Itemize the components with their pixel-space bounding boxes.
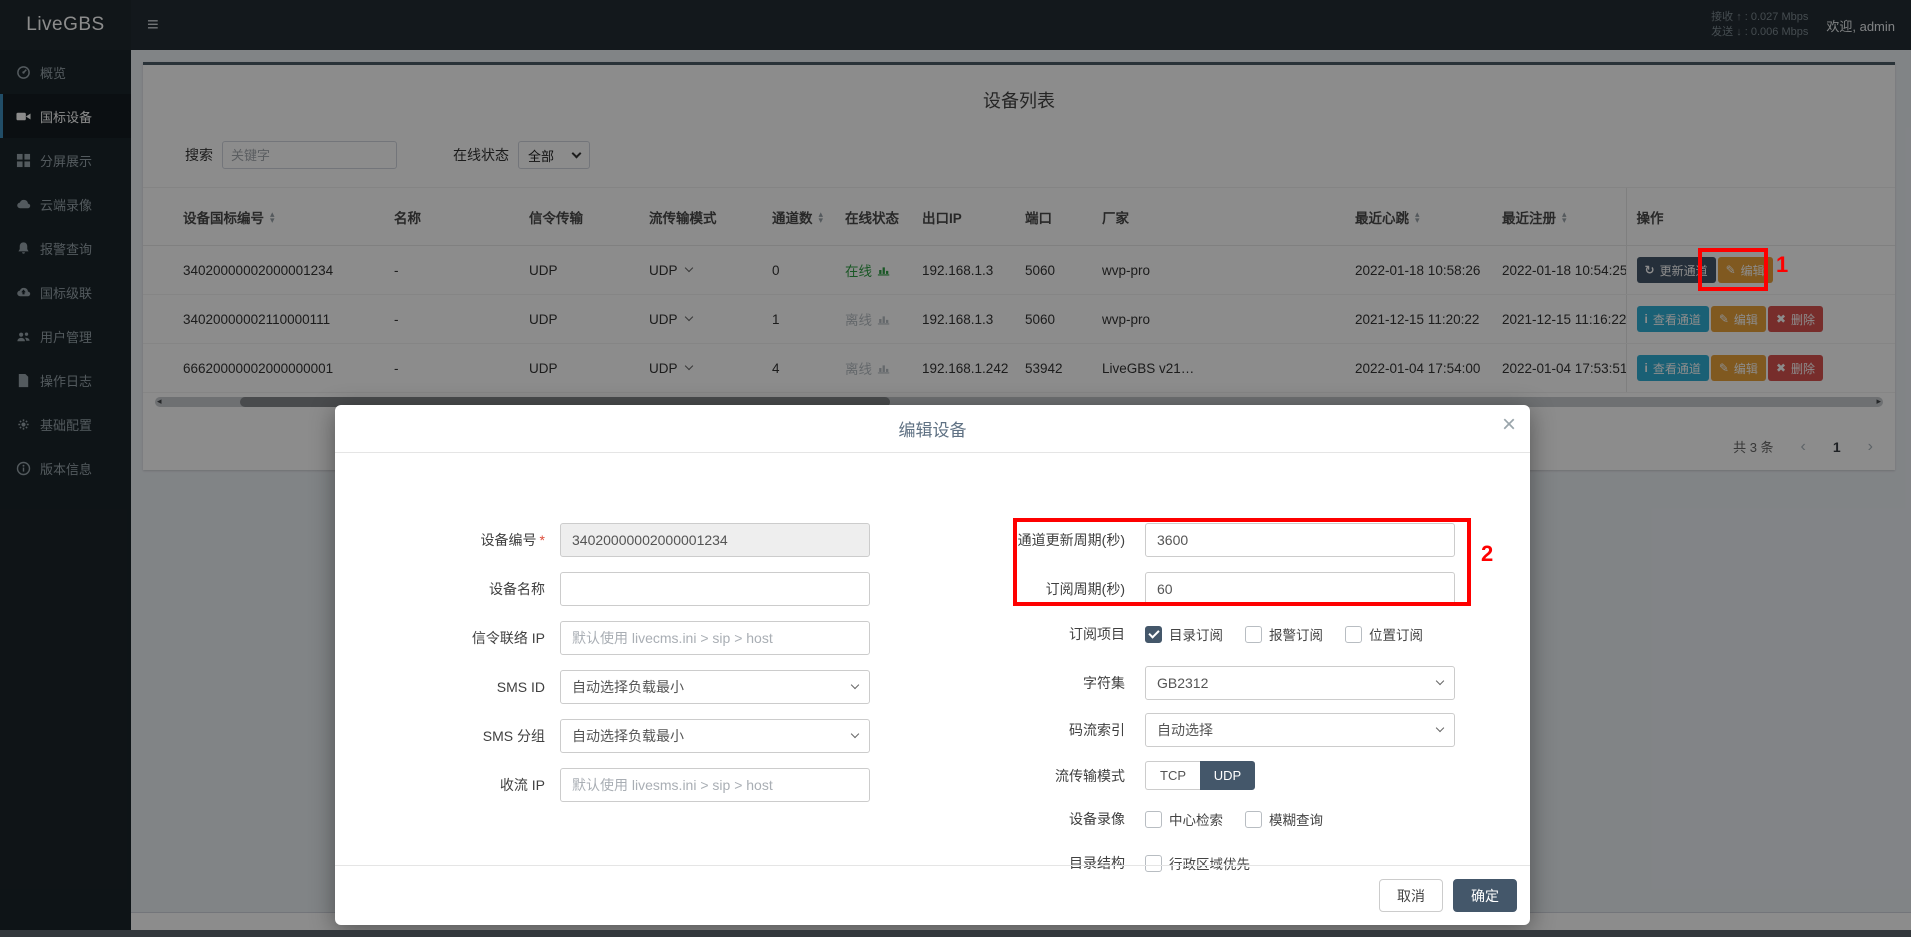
field-recv-ip: 收流 IP [350, 768, 870, 802]
device-name-input[interactable] [560, 572, 870, 606]
checkbox-checked-icon[interactable] [1145, 626, 1162, 643]
edit-device-modal: 编辑设备 × 设备编号* 设备名称 信令联络 IP SMS ID 自动选择负载最… [335, 405, 1530, 925]
chevron-down-icon [851, 681, 859, 689]
chevron-down-icon [1436, 724, 1444, 732]
contact-ip-input[interactable] [560, 621, 870, 655]
close-icon[interactable]: × [1502, 413, 1516, 437]
field-sms-id: SMS ID 自动选择负载最小 [350, 670, 870, 704]
confirm-button[interactable]: 确定 [1453, 879, 1517, 912]
position-subscribe-checkbox[interactable]: 位置订阅 [1345, 624, 1423, 644]
checkbox-icon[interactable] [1345, 626, 1362, 643]
field-stream-index: 码流索引 自动选择 [875, 713, 1455, 747]
checkbox-icon[interactable] [1245, 626, 1262, 643]
field-device-id: 设备编号* [350, 523, 870, 557]
field-channel-period: 通道更新周期(秒) [875, 523, 1455, 557]
device-id-input [560, 523, 870, 557]
catalog-subscribe-checkbox[interactable]: 目录订阅 [1145, 624, 1223, 644]
channel-period-input[interactable] [1145, 523, 1455, 557]
sms-group-select[interactable]: 自动选择负载最小 [560, 719, 870, 753]
tcp-option-button[interactable]: TCP [1145, 761, 1200, 790]
modal-body: 设备编号* 设备名称 信令联络 IP SMS ID 自动选择负载最小 SMS 分… [335, 453, 1530, 865]
modal-header: 编辑设备 × [335, 405, 1530, 453]
checkbox-icon[interactable] [1145, 811, 1162, 828]
chevron-down-icon [851, 730, 859, 738]
field-device-record: 设备录像 中心检索 模糊查询 [875, 809, 1323, 829]
window-scrollbar[interactable] [0, 930, 1911, 937]
cancel-button[interactable]: 取消 [1379, 879, 1443, 912]
subscribe-period-input[interactable] [1145, 572, 1455, 606]
sms-id-select[interactable]: 自动选择负载最小 [560, 670, 870, 704]
field-charset: 字符集 GB2312 [875, 666, 1455, 700]
udp-option-button[interactable]: UDP [1200, 761, 1255, 790]
modal-footer: 取消 确定 [335, 865, 1530, 925]
center-search-checkbox[interactable]: 中心检索 [1145, 809, 1223, 829]
stream-index-select[interactable]: 自动选择 [1145, 713, 1455, 747]
modal-title: 编辑设备 [899, 416, 967, 441]
field-contact-ip: 信令联络 IP [350, 621, 870, 655]
field-stream-mode: 流传输模式 TCP UDP [875, 761, 1255, 790]
field-subscribe-items: 订阅项目 目录订阅 报警订阅 位置订阅 [875, 623, 1423, 645]
chevron-down-icon [1436, 677, 1444, 685]
alarm-subscribe-checkbox[interactable]: 报警订阅 [1245, 624, 1323, 644]
field-subscribe-period: 订阅周期(秒) [875, 572, 1455, 606]
checkbox-icon[interactable] [1245, 811, 1262, 828]
annotation-number-2: 2 [1481, 541, 1493, 567]
recv-ip-input[interactable] [560, 768, 870, 802]
charset-select[interactable]: GB2312 [1145, 666, 1455, 700]
fuzzy-query-checkbox[interactable]: 模糊查询 [1245, 809, 1323, 829]
field-device-name: 设备名称 [350, 572, 870, 606]
required-mark: * [540, 532, 545, 548]
annotation-number-1: 1 [1776, 252, 1788, 278]
field-sms-group: SMS 分组 自动选择负载最小 [350, 719, 870, 753]
